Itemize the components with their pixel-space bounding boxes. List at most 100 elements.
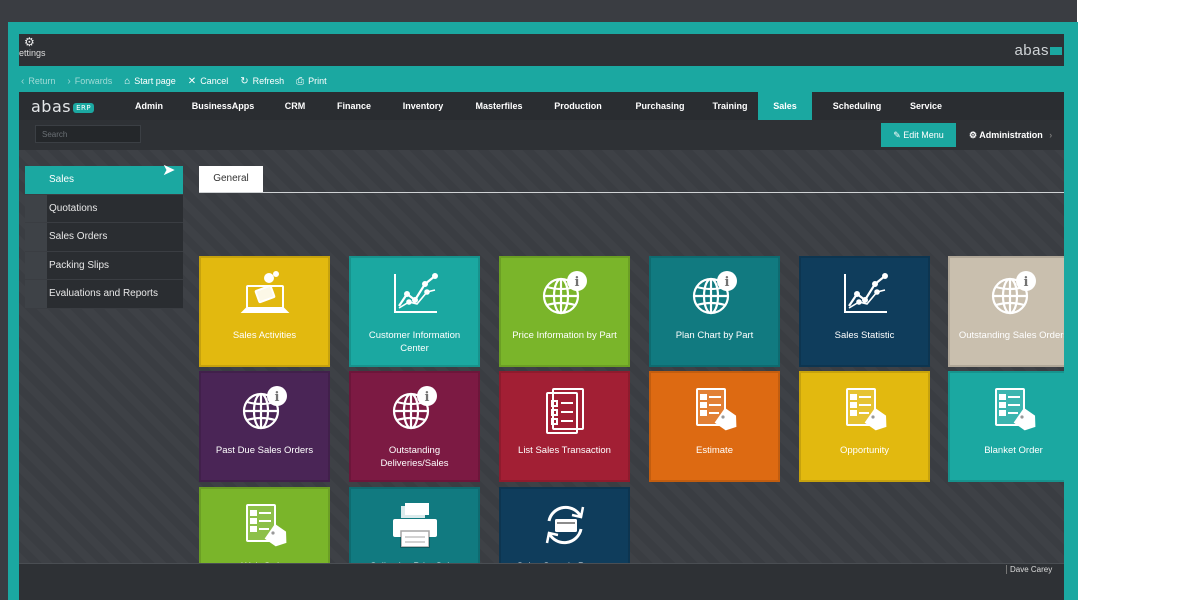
toolbar-cancel-button[interactable]: ✕ Cancel xyxy=(188,76,228,87)
edit-menu-button[interactable]: ✎ Edit Menu xyxy=(881,123,956,147)
mouse-cursor-icon: ➤ xyxy=(162,162,176,179)
svg-text:i: i xyxy=(724,275,729,290)
tile-label: Sales Activities xyxy=(232,330,297,341)
toolbar-print-button[interactable]: ⎙ Print xyxy=(296,76,327,87)
checklist-icon xyxy=(501,383,628,435)
card-cycle-icon xyxy=(501,499,628,551)
tile-outstanding-sales-orders[interactable]: i Outstanding Sales Orders xyxy=(948,256,1064,367)
tile-sales-statistic[interactable]: Sales Statistic xyxy=(799,256,930,367)
brand-text: abas xyxy=(1014,42,1049,59)
globe-info-icon: i xyxy=(651,268,778,320)
tile-past-due-sales-orders[interactable]: i Past Due Sales Orders xyxy=(199,371,330,482)
administration-label: Administration xyxy=(979,130,1043,140)
sidebar: Sales Quotations Sales Orders Packing Slips… xyxy=(25,166,183,309)
nav-item-sales[interactable]: Sales xyxy=(758,92,812,120)
nav-item-purchasing[interactable]: Purchasing xyxy=(625,92,695,120)
toolbar-forwards-button[interactable]: › Forwards xyxy=(67,76,112,87)
nav-item-production[interactable]: Production xyxy=(545,92,611,120)
globe-info-icon: i xyxy=(201,383,328,435)
main-navigation: abas ERP Admin BusinessApps CRM Finance Inven… xyxy=(19,92,1064,170)
tile-estimate[interactable]: Estimate xyxy=(649,371,780,482)
tile-label: Past Due Sales Orders xyxy=(215,445,314,456)
nav-item-admin[interactable]: Admin xyxy=(121,92,177,120)
nav-item-training[interactable]: Training xyxy=(703,92,757,120)
user-name: Dave Carey xyxy=(1006,565,1052,574)
administration-menu[interactable]: ⚙ Administration › xyxy=(969,123,1052,147)
printer-icon xyxy=(351,499,478,551)
brand-tag xyxy=(1050,47,1062,56)
sidebar-item-sales-orders[interactable]: Sales Orders xyxy=(25,223,183,252)
background-bar-left xyxy=(0,0,8,600)
background-bar-top xyxy=(0,0,1077,24)
tile-label: List Sales Transaction xyxy=(518,445,611,456)
toolbar-return-button[interactable]: ‹ Return xyxy=(21,76,55,87)
sidebar-item-sales[interactable]: Sales xyxy=(25,166,183,195)
tile-label: Plan Chart by Part xyxy=(675,330,754,341)
list-tag-icon xyxy=(950,383,1064,435)
chevron-right-icon: › xyxy=(67,75,71,87)
sidebar-item-packing-slips[interactable]: Packing Slips xyxy=(25,251,183,280)
toolbar-label: Cancel xyxy=(200,76,229,86)
tile-label: Outstanding Deliveries/Sales xyxy=(380,445,449,469)
nav-logo-text: abas xyxy=(31,97,72,116)
erp-badge: ERP xyxy=(73,102,95,113)
tile-opportunity[interactable]: Opportunity xyxy=(799,371,930,482)
tile-label: Price Information by Part xyxy=(512,330,617,341)
print-icon: ⎙ xyxy=(296,75,305,87)
nav-item-masterfiles[interactable]: Masterfiles xyxy=(465,92,533,120)
nav-item-scheduling[interactable]: Scheduling xyxy=(825,92,889,120)
edit-menu-label: Edit Menu xyxy=(903,130,944,140)
toolbar-start-page-button[interactable]: ⌂ Start page xyxy=(124,76,176,87)
tile-plan-chart-by-part[interactable]: i Plan Chart by Part xyxy=(649,256,780,367)
toolbar-label: Refresh xyxy=(252,76,285,86)
sidebar-item-marker xyxy=(25,251,47,279)
nav-item-finance[interactable]: Finance xyxy=(331,92,377,120)
nav-item-service[interactable]: Service xyxy=(899,92,953,120)
tile-label: Customer Information Center xyxy=(368,330,461,354)
nav-logo[interactable]: abas ERP xyxy=(31,97,95,116)
tile-price-information-by-part[interactable]: i Price Information by Part xyxy=(499,256,630,367)
globe-info-icon: i xyxy=(351,383,478,435)
sidebar-item-marker xyxy=(25,194,47,222)
settings-label: ettings xyxy=(19,48,46,58)
toolbar-refresh-button[interactable]: ↻ Refresh xyxy=(240,76,284,87)
sidebar-item-label: Sales xyxy=(49,174,75,186)
tile-blanket-order[interactable]: Blanket Order xyxy=(948,371,1064,482)
tile-label: Blanket Order xyxy=(984,445,1043,456)
tab-general[interactable]: General xyxy=(199,166,263,192)
tile-sales-activities[interactable]: Sales Activities xyxy=(199,256,330,367)
list-tag-icon xyxy=(651,383,778,435)
sidebar-item-label: Sales Orders xyxy=(49,231,108,243)
tile-label: Estimate xyxy=(696,445,733,456)
sidebar-item-marker xyxy=(25,223,47,251)
tile-label: Opportunity xyxy=(839,445,890,456)
nav-item-crm[interactable]: CRM xyxy=(275,92,315,120)
sub-toolbar: Search ✎ Edit Menu ⚙ Administration › xyxy=(19,120,1064,150)
tile-list-sales-transaction[interactable]: List Sales Transaction xyxy=(499,371,630,482)
brand-logo: abas xyxy=(1014,42,1062,59)
money-laptop-icon xyxy=(201,268,328,320)
list-tag-icon xyxy=(801,383,928,435)
settings-button[interactable]: ⚙ ettings xyxy=(19,36,49,58)
title-bar: ⚙ ettings abas xyxy=(19,34,1064,66)
line-chart-icon xyxy=(801,268,928,320)
tile-customer-information-center[interactable]: Customer Information Center xyxy=(349,256,480,367)
sidebar-item-evaluations-and-reports[interactable]: Evaluations and Reports xyxy=(25,280,183,309)
sidebar-item-label: Quotations xyxy=(49,202,98,214)
status-bar: Dave Carey xyxy=(19,563,1064,600)
toolbar-label: Start page xyxy=(134,76,176,86)
edit-icon: ✎ xyxy=(893,130,901,140)
nav-item-inventory[interactable]: Inventory xyxy=(393,92,453,120)
gear-icon: ⚙ xyxy=(24,35,35,49)
nav-item-businessapps[interactable]: BusinessApps xyxy=(187,92,259,120)
sidebar-item-quotations[interactable]: Quotations xyxy=(25,194,183,223)
tile-outstanding-deliveries-sales[interactable]: i Outstanding Deliveries/Sales xyxy=(349,371,480,482)
content-area: Sales Quotations Sales Orders Packing Slips… xyxy=(19,150,1064,598)
gear-icon: ⚙ xyxy=(969,130,978,140)
tab-divider xyxy=(199,192,1064,193)
svg-text:i: i xyxy=(1023,275,1028,290)
toolbar-label: Forwards xyxy=(74,76,113,86)
search-input[interactable]: Search xyxy=(35,125,141,143)
sidebar-item-marker xyxy=(25,166,47,194)
chevron-right-icon: › xyxy=(1049,130,1053,140)
